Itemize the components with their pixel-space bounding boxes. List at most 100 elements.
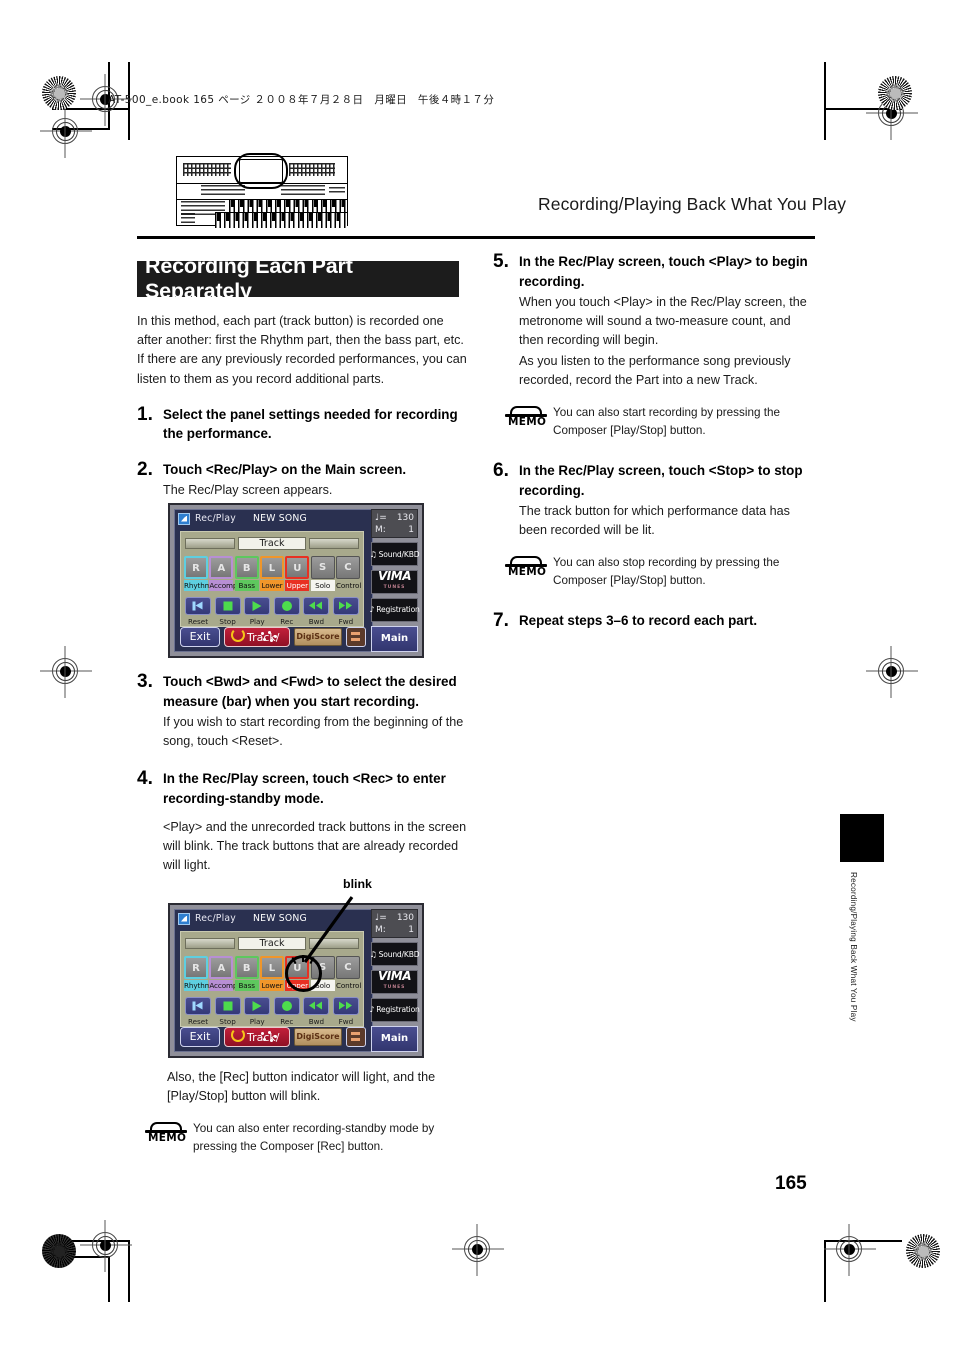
track-button-upper-1[interactable]: U Upper [285, 556, 310, 591]
track-button-bass-2[interactable]: B Bass [234, 956, 259, 991]
transport-bwd-button-1[interactable] [303, 597, 330, 615]
step-5-detail-2: As you listen to the performance song pr… [519, 354, 791, 387]
transport-reset-2[interactable]: Reset [185, 997, 211, 1026]
transport-fwd-1[interactable]: Fwd [332, 597, 359, 626]
transport-bwd-2[interactable]: Bwd [303, 997, 330, 1026]
exit-button-2[interactable]: Exit [180, 1027, 220, 1047]
mixer-icon-button-1[interactable] [346, 627, 366, 647]
transport-fwd-2[interactable]: Fwd [332, 997, 359, 1026]
memo-text-step6: You can also stop recording by pressing … [553, 556, 780, 587]
transport-play-button-1[interactable] [244, 597, 271, 615]
track-button-bass-1[interactable]: B Bass [234, 556, 259, 591]
transport-rec-1[interactable]: Rec [273, 597, 300, 626]
track-scroll-left-1[interactable] [185, 538, 235, 549]
main-button-1[interactable]: Main [371, 625, 418, 652]
tempo-value-2: 130 [396, 913, 414, 923]
transport-rec-button-2[interactable] [273, 997, 300, 1015]
organ-top-panel [177, 153, 347, 189]
track-menu-button-1[interactable]: Track/ [224, 627, 290, 647]
track-scroll-left-2[interactable] [185, 938, 235, 949]
track-button-bass-key-1[interactable]: B [234, 556, 259, 579]
track-button-accomp-key-2[interactable]: A [209, 956, 234, 979]
transport-reset-1[interactable]: Reset [185, 597, 211, 626]
transport-play-1[interactable]: Play [244, 597, 271, 626]
organ-middle-panel [177, 183, 347, 200]
track-tab-label-2[interactable]: Track [238, 937, 306, 950]
crop-mark-bottom-right-h [824, 1240, 902, 1242]
track-button-lower-key-2[interactable]: L [259, 956, 284, 979]
transport-bwd-1[interactable]: Bwd [303, 597, 330, 626]
track-button-lower-1[interactable]: L Lower [259, 556, 284, 591]
transport-stop-2[interactable]: Stop [214, 997, 241, 1026]
track-label-lower-2: Lower [259, 980, 284, 991]
mixer-icon-button-2[interactable] [346, 1027, 366, 1047]
track-button-lower-key-1[interactable]: L [259, 556, 284, 579]
digiscore-button-2[interactable]: DigiScore [294, 1028, 342, 1046]
track-button-solo-1[interactable]: S Solo [310, 556, 335, 591]
transport-play-label-2: Play [249, 1017, 265, 1026]
registration-button-2[interactable]: ♪ Registration [369, 997, 420, 1022]
transport-rec-button-1[interactable] [273, 597, 300, 615]
track-button-rhythm-1[interactable]: R Rhythm [184, 556, 212, 591]
step-3-number: 3. [137, 671, 153, 692]
memo-icon-5: MEMO [505, 406, 547, 430]
transport-rec-2[interactable]: Rec [273, 997, 300, 1026]
track-button-accomp-key-1[interactable]: A [209, 556, 234, 579]
step-1: 1. Select the panel settings needed for … [137, 405, 467, 444]
track-label-upper-1: Upper [285, 580, 310, 591]
vima-tunes-button-1[interactable]: VIMA TUNES [371, 569, 418, 594]
lcd-display-area-2: Rec/Play NEW SONG Track R Rhythm A Accom… [174, 909, 373, 1052]
transport-stop-button-1[interactable] [214, 597, 241, 615]
sound-kbd-button-2[interactable]: ♫ Sound/KBD [370, 942, 420, 966]
transport-stop-1[interactable]: Stop [214, 597, 241, 626]
digiscore-button-1[interactable]: DigiScore [294, 628, 342, 646]
transport-bwd-button-2[interactable] [303, 997, 330, 1015]
track-header-row-2: Track [185, 937, 359, 950]
skip-back-icon-2 [192, 1001, 204, 1011]
track-label-lower-1: Lower [259, 580, 284, 591]
track-label-solo-1: Solo [310, 580, 335, 591]
step-3-detail: If you wish to start recording from the … [163, 715, 464, 748]
track-scroll-right-2[interactable] [309, 938, 359, 949]
track-button-accomp-1[interactable]: A Accomp [209, 556, 237, 591]
track-button-upper-key-1[interactable]: U [285, 556, 310, 579]
track-button-rhythm-2[interactable]: R Rhythm [184, 956, 212, 991]
vima-sub-label-1: TUNES [383, 584, 406, 590]
left-column-footer: Also, the [Rec] button indicator will li… [145, 1068, 467, 1155]
step-5: 5. In the Rec/Play screen, touch <Play> … [493, 252, 815, 390]
transport-play-button-2[interactable] [244, 997, 271, 1015]
registration-mark-bottom-right [836, 1236, 862, 1262]
organ-keyboard-section [177, 199, 347, 228]
transport-fwd-button-1[interactable] [332, 597, 359, 615]
track-button-solo-key-1[interactable]: S [310, 556, 335, 579]
track-button-lower-2[interactable]: L Lower [259, 956, 284, 991]
step-4: 4. In the Rec/Play screen, touch <Rec> t… [137, 769, 467, 875]
track-button-control-1[interactable]: C Control [335, 556, 361, 591]
transport-reset-button-1[interactable] [185, 597, 211, 615]
registration-icon-1: ♪ [369, 605, 375, 615]
crop-mark-top-right-v [824, 62, 826, 140]
transport-fwd-button-2[interactable] [332, 997, 359, 1015]
registration-button-1[interactable]: ♪ Registration [369, 597, 420, 622]
track-button-control-2[interactable]: C Control [335, 956, 361, 991]
track-button-rhythm-key-2[interactable]: R [184, 956, 208, 979]
track-scroll-right-1[interactable] [309, 538, 359, 549]
sound-kbd-button-1[interactable]: ♫ Sound/KBD [370, 542, 420, 566]
memo-block-step5: MEMO You can also start recording by pre… [505, 404, 815, 439]
track-button-bass-key-2[interactable]: B [234, 956, 259, 979]
step-3: 3. Touch <Bwd> and <Fwd> to select the d… [137, 672, 467, 751]
main-button-2[interactable]: Main [371, 1025, 418, 1052]
track-menu-button-2[interactable]: Track/ [224, 1027, 290, 1047]
record-icon [281, 601, 292, 611]
transport-play-2[interactable]: Play [244, 997, 271, 1026]
transport-reset-button-2[interactable] [185, 997, 211, 1015]
track-button-control-key-1[interactable]: C [335, 556, 360, 579]
track-button-control-key-2[interactable]: C [335, 956, 360, 979]
transport-stop-button-2[interactable] [214, 997, 241, 1015]
after-figure-note: Also, the [Rec] button indicator will li… [167, 1070, 436, 1104]
track-button-rhythm-key-1[interactable]: R [184, 556, 208, 579]
track-tab-label-1[interactable]: Track [238, 537, 306, 550]
track-button-accomp-2[interactable]: A Accomp [209, 956, 237, 991]
vima-tunes-button-2[interactable]: VIMA TUNES [371, 969, 418, 994]
exit-button-1[interactable]: Exit [180, 627, 220, 647]
